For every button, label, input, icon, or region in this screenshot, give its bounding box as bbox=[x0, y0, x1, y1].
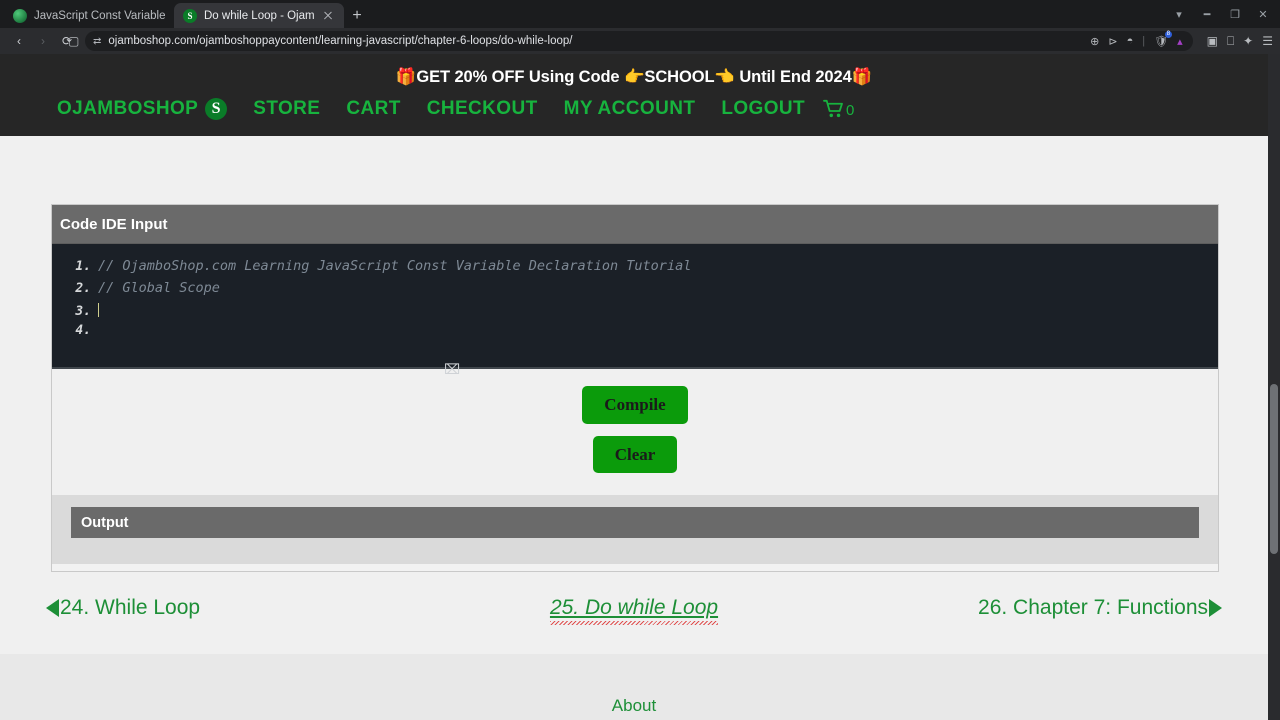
line-number: 3 bbox=[52, 304, 98, 319]
forward-icon[interactable]: › bbox=[31, 30, 55, 52]
output-body bbox=[71, 538, 1199, 546]
site-footer: About Contact bbox=[0, 654, 1268, 720]
triangle-left-icon bbox=[46, 599, 59, 617]
tab-title: JavaScript Const Variable Decla bbox=[34, 9, 165, 22]
tab-search-icon[interactable]: ▾ bbox=[1166, 1, 1192, 27]
browser-window: JavaScript Const Variable Decla S Do whi… bbox=[0, 0, 1280, 720]
nav-item-logout[interactable]: LOGOUT bbox=[721, 98, 805, 120]
rss-icon[interactable]: ◓ bbox=[1127, 35, 1134, 47]
minimize-icon[interactable]: ━ bbox=[1194, 1, 1220, 27]
address-bar-icons: ⊕ ⊳ ◓ | 🛡 8 ▴ bbox=[1090, 30, 1184, 48]
page-viewport: 🎁GET 20% OFF Using Code 👉SCHOOL👈 Until E… bbox=[0, 54, 1280, 720]
next-chapter-link[interactable]: 26. Chapter 7: Functions bbox=[718, 596, 1222, 620]
code-ide-header: Code IDE Input bbox=[52, 205, 1218, 244]
new-tab-button[interactable]: + bbox=[344, 3, 370, 28]
tab-strip: JavaScript Const Variable Decla S Do whi… bbox=[0, 0, 1280, 28]
cart-count: 0 bbox=[846, 102, 855, 119]
triangle-right-icon bbox=[1209, 599, 1222, 617]
js-icon bbox=[13, 8, 27, 23]
code-line: 2 // Global Scope bbox=[52, 280, 1218, 302]
output-section: Output bbox=[52, 495, 1218, 564]
brave-shields-icon[interactable]: 🛡 8 bbox=[1154, 30, 1173, 48]
bookmark-icon[interactable]: ▢ bbox=[63, 34, 84, 48]
code-ide-title: Code IDE Input bbox=[60, 215, 168, 233]
code-editor[interactable]: 1 // OjamboShop.com Learning JavaScript … bbox=[52, 244, 1218, 378]
chapter-navigation: 24. While Loop 25. Do while Loop 26. Cha… bbox=[0, 584, 1268, 632]
clear-button[interactable]: Clear bbox=[592, 435, 678, 474]
maximize-icon[interactable]: ❐ bbox=[1222, 1, 1248, 27]
browser-tab-1[interactable]: JavaScript Const Variable Decla bbox=[4, 3, 174, 28]
promo-banner: 🎁GET 20% OFF Using Code 👉SCHOOL👈 Until E… bbox=[395, 68, 873, 86]
line-number: 2 bbox=[52, 281, 98, 296]
line-text: // OjamboShop.com Learning JavaScript Co… bbox=[98, 258, 692, 274]
address-bar[interactable]: ▢ ⇄ ojamboshop.com/ojamboshoppaycontent/… bbox=[68, 30, 1193, 51]
ojamboshop-icon: S bbox=[183, 8, 197, 23]
code-line: 3 bbox=[52, 301, 1218, 323]
nav-item-cart[interactable]: CART bbox=[346, 98, 400, 120]
tab-title: Do while Loop - OjamboSh bbox=[204, 9, 314, 22]
compile-button[interactable]: Compile bbox=[582, 386, 688, 424]
code-ide-panel: Code IDE Input 1 // OjamboShop.com Learn… bbox=[51, 204, 1219, 572]
back-icon[interactable]: ‹ bbox=[7, 30, 31, 52]
line-number: 4 bbox=[52, 323, 98, 338]
close-icon[interactable] bbox=[321, 9, 335, 23]
url-text: ojamboshop.com/ojamboshoppaycontent/lear… bbox=[108, 35, 573, 47]
zoom-in-icon[interactable]: ⊕ bbox=[1090, 35, 1099, 48]
browser-toolbar: ‹ › ⟳ ▢ ⇄ ojamboshop.com/ojamboshoppayco… bbox=[0, 28, 1280, 54]
share-icon[interactable]: ⊳ bbox=[1108, 35, 1117, 48]
toolbar-right-icons: ▣ ⎕ ✦ ☰ bbox=[1199, 34, 1273, 49]
ide-actions: Compile Clear bbox=[52, 369, 1218, 495]
current-chapter-label: 25. Do while Loop bbox=[549, 596, 719, 625]
nav-item-my-account[interactable]: MY ACCOUNT bbox=[564, 98, 696, 120]
next-chapter-label: 26. Chapter 7: Functions bbox=[978, 596, 1208, 619]
divider: | bbox=[1142, 35, 1146, 47]
code-line: 1 // OjamboShop.com Learning JavaScript … bbox=[52, 258, 1218, 280]
scrollbar-thumb[interactable] bbox=[1270, 384, 1278, 554]
output-header: Output bbox=[71, 507, 1199, 538]
wallet-icon[interactable]: ⎕ bbox=[1227, 34, 1234, 49]
line-number: 1 bbox=[52, 259, 98, 274]
prev-chapter-link[interactable]: 24. While Loop bbox=[46, 596, 550, 620]
spellcheck-underline bbox=[549, 621, 719, 625]
footer-link-about[interactable]: About bbox=[612, 696, 656, 716]
site-header: 🎁GET 20% OFF Using Code 👉SCHOOL👈 Until E… bbox=[0, 54, 1268, 136]
code-line: 4 bbox=[52, 323, 1218, 345]
prev-chapter-label: 24. While Loop bbox=[60, 596, 201, 619]
output-title: Output bbox=[81, 514, 129, 531]
line-text: // Global Scope bbox=[98, 279, 220, 296]
nav-item-cart-icon[interactable]: 0 bbox=[823, 99, 855, 119]
brand-label: OJAMBOSHOP bbox=[57, 98, 199, 119]
brave-leo-icon[interactable]: ▴ bbox=[1177, 35, 1183, 48]
leo-ai-icon[interactable]: ✦ bbox=[1243, 34, 1253, 48]
close-window-icon[interactable]: ✕ bbox=[1250, 1, 1276, 27]
text-caret bbox=[98, 303, 99, 317]
mouse-cursor-ibeam: ⌧ bbox=[444, 362, 460, 379]
window-controls: ▾ ━ ❐ ✕ bbox=[1166, 0, 1276, 28]
menu-icon[interactable]: ☰ bbox=[1262, 34, 1273, 48]
main-navigation: OJAMBOSHOP S STORE CART CHECKOUT MY ACCO… bbox=[0, 94, 1268, 136]
nav-item-ojamboshop[interactable]: OJAMBOSHOP S bbox=[57, 98, 228, 120]
nav-item-store[interactable]: STORE bbox=[253, 98, 320, 120]
current-chapter-text: 25. Do while Loop bbox=[549, 596, 719, 619]
site-info-icon[interactable]: ⇄ bbox=[93, 36, 101, 47]
sidebar-icon[interactable]: ▣ bbox=[1207, 34, 1218, 48]
page-scrollbar[interactable] bbox=[1268, 54, 1280, 720]
browser-tab-2[interactable]: S Do while Loop - OjamboSh bbox=[174, 3, 344, 28]
ojamboshop-logo-icon: S bbox=[205, 98, 228, 120]
shopping-cart-icon bbox=[823, 99, 843, 118]
nav-item-checkout[interactable]: CHECKOUT bbox=[427, 98, 538, 120]
